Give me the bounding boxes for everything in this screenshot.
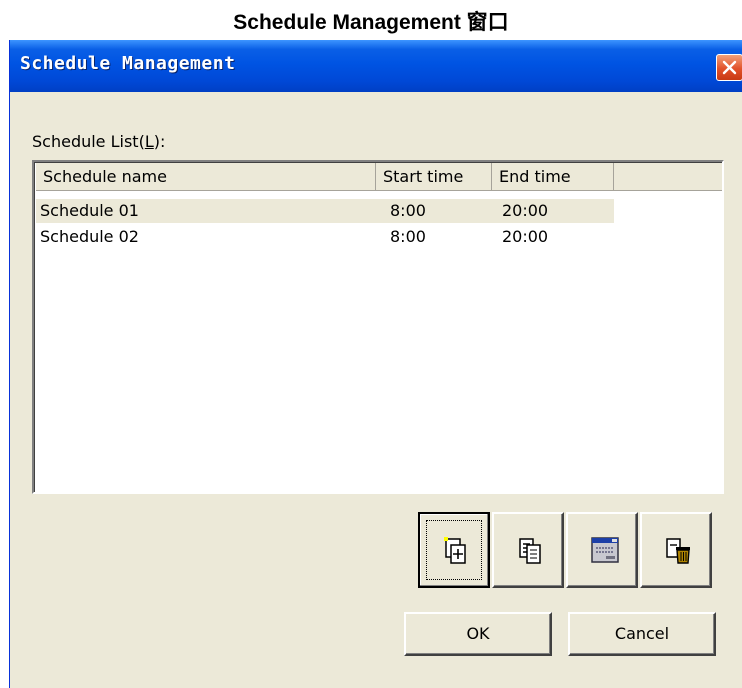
- window-title: Schedule Management: [20, 53, 236, 74]
- edit-schedule-icon: [591, 537, 619, 563]
- end-time: 20:00: [502, 227, 549, 246]
- schedule-list[interactable]: Schedule name Start time End time Schedu…: [32, 160, 724, 494]
- ok-button[interactable]: OK: [404, 612, 552, 656]
- schedule-management-dialog: Schedule Management Schedule List(L): Sc…: [9, 40, 742, 688]
- new-schedule-icon: [444, 537, 466, 564]
- copy-schedule-button[interactable]: [492, 512, 564, 588]
- copy-schedule-icon: [519, 538, 541, 564]
- figure-caption: Schedule Management 窗口: [233, 11, 509, 34]
- start-time: 8:00: [390, 201, 426, 220]
- title-bar[interactable]: Schedule Management: [10, 40, 742, 92]
- cancel-button[interactable]: Cancel: [568, 612, 716, 656]
- column-header-start-time[interactable]: Start time: [376, 163, 492, 191]
- delete-schedule-icon: [666, 538, 690, 564]
- schedule-name: Schedule 02: [40, 227, 139, 246]
- list-row[interactable]: Schedule 02 8:00 20:00: [36, 225, 614, 249]
- column-header-schedule-name[interactable]: Schedule name: [36, 163, 376, 191]
- end-time: 20:00: [502, 201, 549, 220]
- list-row[interactable]: Schedule 01 8:00 20:00: [36, 199, 614, 223]
- column-header-filler: [614, 163, 722, 191]
- label-accelerator: L: [144, 132, 154, 151]
- start-time: 8:00: [390, 227, 426, 246]
- schedule-name: Schedule 01: [40, 201, 139, 220]
- edit-schedule-button[interactable]: [566, 512, 638, 588]
- label-prefix: Schedule List(: [32, 132, 145, 151]
- schedule-list-label: Schedule List(L):: [32, 132, 165, 151]
- close-icon: [722, 60, 737, 75]
- new-schedule-button[interactable]: [418, 512, 490, 588]
- list-header: Schedule name Start time End time: [36, 163, 722, 191]
- delete-schedule-button[interactable]: [640, 512, 712, 588]
- close-button[interactable]: [716, 54, 742, 81]
- column-header-end-time[interactable]: End time: [492, 163, 614, 191]
- label-suffix: ):: [153, 132, 166, 151]
